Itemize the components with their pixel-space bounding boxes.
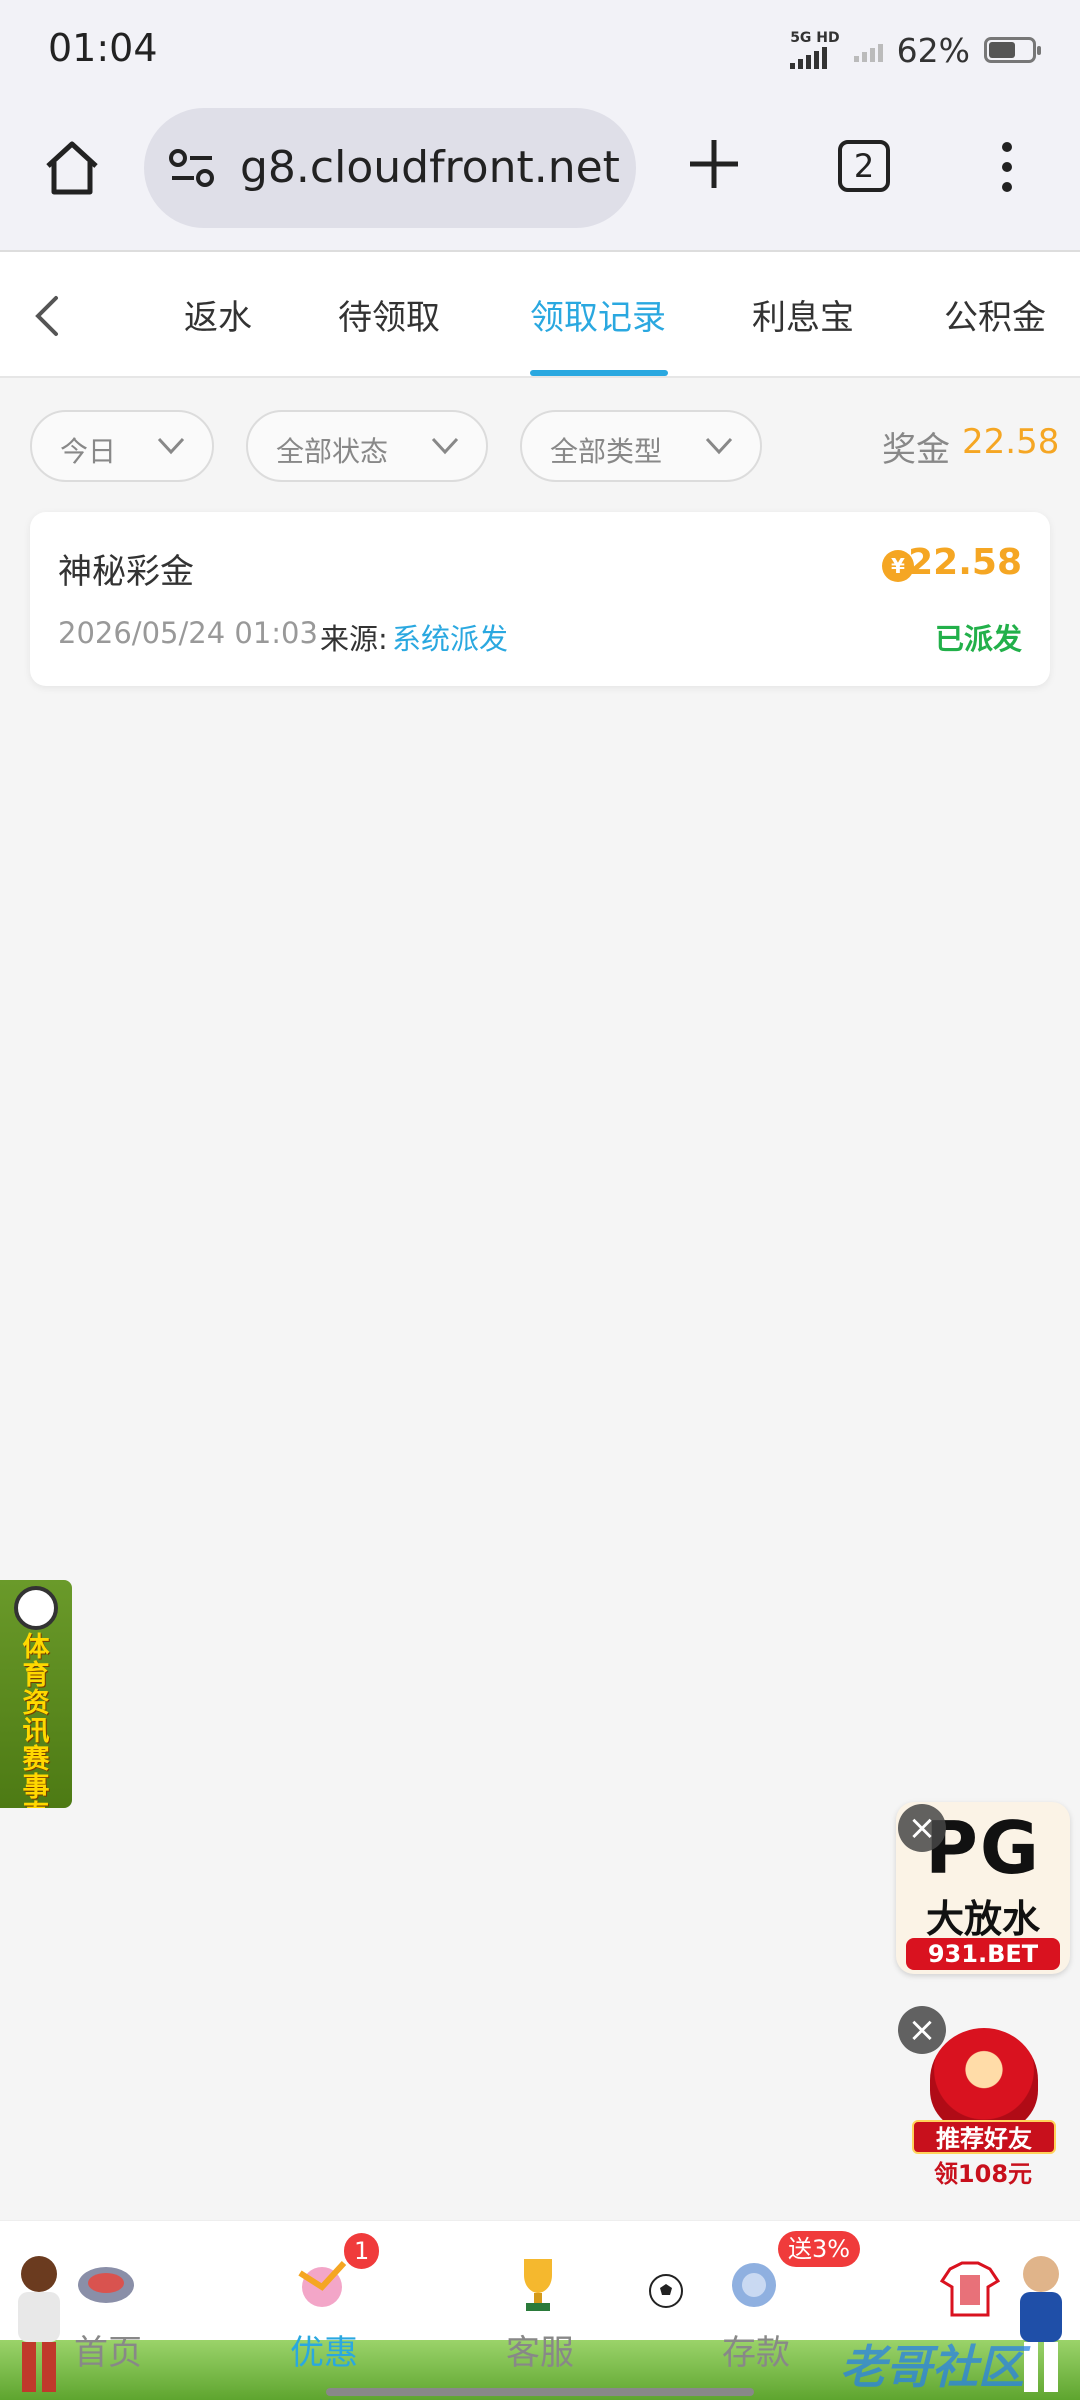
nav-customer-service[interactable]: 客服: [460, 2325, 620, 2374]
promotion-gift-icon: [298, 2260, 347, 2307]
url-text: g8.cloudfront.net: [240, 142, 620, 193]
soccer-ball-icon: [649, 2274, 683, 2308]
chevron-down-icon: [705, 437, 733, 455]
status-bar: 01:04 5G HD 62%: [0, 0, 1080, 100]
record-amount: 22.58: [908, 542, 1022, 583]
tab-interest[interactable]: 利息宝: [752, 290, 854, 339]
record-card[interactable]: 神秘彩金 ¥ 22.58 2026/05/24 01:03 来源: 系统派发 已…: [30, 512, 1050, 686]
address-bar[interactable]: g8.cloudfront.net: [144, 108, 636, 228]
trophy-icon: [524, 2259, 552, 2311]
tab-pending[interactable]: 待领取: [338, 290, 440, 339]
category-tabs: 返水 待领取 领取记录 利息宝 公积金: [0, 252, 1080, 378]
fortune-god-icon: [930, 2028, 1038, 2132]
date-filter-dropdown[interactable]: 今日: [30, 410, 214, 482]
bonus-total-label: 奖金: [882, 430, 950, 470]
promotion-badge: 1: [344, 2233, 380, 2269]
tab-rebate[interactable]: 返水: [184, 290, 252, 339]
stadium-icon: [78, 2267, 134, 2303]
deposit-icon: [732, 2263, 776, 2307]
battery-percent: 62%: [896, 30, 970, 70]
more-menu-icon[interactable]: [996, 142, 1018, 198]
close-pg-ad-icon[interactable]: ×: [898, 1804, 946, 1852]
status-time: 01:04: [48, 26, 158, 70]
type-filter-dropdown[interactable]: 全部类型: [520, 410, 762, 482]
status-indicators: 5G HD 62%: [790, 30, 1041, 70]
nav-home[interactable]: 首页: [28, 2325, 188, 2374]
pg-ad-subtitle: 大放水: [925, 1897, 1040, 1941]
browser-toolbar: g8.cloudfront.net 2: [0, 100, 1080, 252]
network-indicator: 5G HD: [790, 30, 840, 69]
refer-friend-text: 推荐好友: [912, 2120, 1056, 2154]
type-filter-value: 全部类型: [550, 435, 663, 468]
tab-provident-fund[interactable]: 公积金: [944, 290, 1046, 339]
home-icon[interactable]: [40, 136, 104, 200]
nav-promotions[interactable]: 优惠: [244, 2325, 404, 2374]
refer-friend-reward: 领108元: [933, 2160, 1033, 2188]
jersey-icon: [940, 2261, 1000, 2317]
pg-ad-site: 931.BET: [906, 1938, 1060, 1970]
record-status-badge: 已派发: [934, 622, 1022, 656]
new-tab-icon[interactable]: [686, 136, 742, 192]
signal-secondary-icon: [853, 38, 883, 62]
record-datetime: 2026/05/24 01:03: [58, 616, 318, 650]
status-filter-value: 全部状态: [276, 435, 389, 468]
deposit-bonus-badge: 送3%: [778, 2231, 861, 2267]
signal-icon: [790, 45, 828, 69]
network-label: 5G HD: [790, 30, 840, 46]
status-filter-dropdown[interactable]: 全部状态: [246, 410, 488, 482]
record-title: 神秘彩金: [58, 552, 194, 592]
battery-icon: [984, 37, 1041, 63]
back-arrow-icon[interactable]: [28, 292, 68, 340]
record-source-value: 系统派发: [392, 622, 509, 656]
bottom-navigation: 首页 1 优惠 客服 送3% 存款 老哥社区: [0, 2220, 1080, 2400]
close-refer-ad-icon[interactable]: ×: [898, 2006, 946, 2054]
active-tab-indicator: [530, 370, 668, 376]
gesture-home-indicator[interactable]: [326, 2388, 754, 2396]
watermark-logo: 老哥社区: [840, 2340, 1024, 2394]
site-settings-icon[interactable]: [168, 146, 216, 190]
battery-fill: [989, 42, 1016, 58]
chevron-down-icon: [157, 437, 185, 455]
record-source-label: 来源:: [320, 622, 388, 656]
soccer-ball-icon: [14, 1586, 58, 1630]
sports-news-banner[interactable]: 体育资讯赛事直播: [0, 1580, 72, 1808]
tab-claim-records[interactable]: 领取记录: [530, 290, 666, 339]
sports-news-text: 体育资讯赛事直播: [22, 1632, 50, 1809]
nav-deposit[interactable]: 存款: [676, 2325, 836, 2374]
date-filter-value: 今日: [60, 435, 117, 468]
tab-switcher-button[interactable]: 2: [838, 140, 890, 192]
bonus-total-value: 22.58: [962, 422, 1060, 462]
chevron-down-icon: [431, 437, 459, 455]
